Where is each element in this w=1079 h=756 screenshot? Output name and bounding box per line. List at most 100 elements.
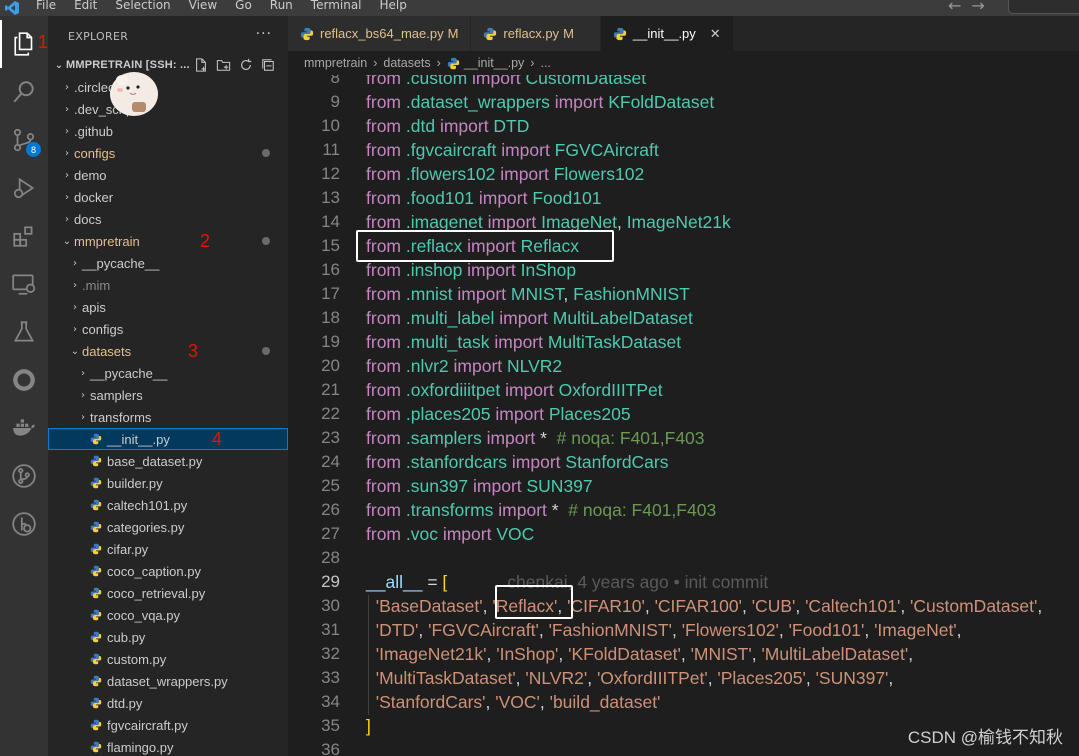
code-line[interactable]: 24 from .stanfordcars import StanfordCars [288, 450, 1079, 474]
search-icon[interactable] [0, 68, 48, 116]
code-line[interactable]: 34 'StanfordCars', 'VOC', 'build_dataset… [288, 690, 1079, 714]
tree-folder[interactable]: › apis [48, 296, 288, 318]
menu-go[interactable]: Go [235, 0, 252, 13]
breadcrumb-item[interactable]: __init__.py [464, 56, 524, 70]
testing-icon[interactable] [0, 308, 48, 356]
tree-item-label: __pycache__ [90, 365, 168, 381]
tree-folder[interactable]: ⌄ datasets 3 [48, 340, 288, 362]
tree-file[interactable]: __init__.py 4 [48, 428, 288, 450]
menu-view[interactable]: View [189, 0, 217, 13]
breadcrumb-item[interactable]: mmpretrain [304, 56, 367, 70]
code-line[interactable]: 9 from .dataset_wrappers import KFoldData… [288, 90, 1079, 114]
code-line[interactable]: 21 from .oxfordiiitpet import OxfordIIITP… [288, 378, 1079, 402]
tree-folder[interactable]: › __pycache__ [48, 362, 288, 384]
code-line[interactable]: 19 from .multi_task import MultiTaskDatas… [288, 330, 1079, 354]
tree-folder[interactable]: › docker [48, 186, 288, 208]
code-line[interactable]: 29 __all__ = [chenkai, 4 years ago • init… [288, 570, 1079, 594]
menu-edit[interactable]: Edit [74, 0, 97, 13]
code-token: .custom [405, 75, 473, 88]
code-line[interactable]: 25 from .sun397 import SUN397 [288, 474, 1079, 498]
tree-file[interactable]: caltech101.py [48, 494, 288, 516]
docker-icon[interactable] [0, 404, 48, 452]
tab-reflacx[interactable]: reflacx.py M [471, 16, 601, 51]
github-icon[interactable] [0, 356, 48, 404]
tree-file[interactable]: dataset_wrappers.py [48, 670, 288, 692]
tree-folder[interactable]: › configs [48, 318, 288, 340]
code-editor[interactable]: 8 from .custom import CustomDataset 9 from … [288, 75, 1079, 756]
tree-file[interactable]: coco_vqa.py [48, 604, 288, 626]
code-line[interactable]: 31 'DTD', 'FGVCAircraft', 'FashionMNIST'… [288, 618, 1079, 642]
code-token: from [366, 212, 406, 232]
tree-folder[interactable]: › transforms [48, 406, 288, 428]
gitlens-icon[interactable] [0, 500, 48, 548]
tree-folder[interactable]: ⌄ mmpretrain 2 [48, 230, 288, 252]
tree-file[interactable]: categories.py [48, 516, 288, 538]
menu-selection[interactable]: Selection [115, 0, 170, 13]
code-line[interactable]: 10 from .dtd import DTD [288, 114, 1079, 138]
tree-folder[interactable]: › .github [48, 120, 288, 142]
tab-reflacx-bs64-mae[interactable]: reflacx_bs64_mae.py M [288, 16, 472, 51]
command-center[interactable] [1008, 0, 1079, 14]
code-line[interactable]: 8 from .custom import CustomDataset [288, 75, 1079, 90]
code-token: , [563, 284, 574, 304]
collapse-all-icon[interactable] [261, 58, 275, 72]
remote-explorer-icon[interactable] [0, 260, 48, 308]
code-line[interactable]: 12 from .flowers102 import Flowers102 [288, 162, 1079, 186]
run-debug-icon[interactable] [0, 164, 48, 212]
tree-folder[interactable]: › demo [48, 164, 288, 186]
code-token: import [473, 476, 527, 496]
menu-help[interactable]: Help [380, 0, 407, 13]
close-tab-icon[interactable]: ✕ [710, 26, 721, 42]
tree-file[interactable]: base_dataset.py [48, 450, 288, 472]
python-file-icon [90, 697, 102, 709]
tree-folder[interactable]: › .mim [48, 274, 288, 296]
code-line[interactable]: 11 from .fgvcaircraft import FGVCAircraft [288, 138, 1079, 162]
tree-file[interactable]: cifar.py [48, 538, 288, 560]
breadcrumb-item[interactable]: ... [540, 56, 550, 70]
tree-folder[interactable]: › .dev_scripts [48, 98, 288, 120]
workspace-root[interactable]: ⌄ MMPRETRAIN [SSH: ... [48, 54, 288, 76]
code-line[interactable]: 32 'ImageNet21k', 'InShop', 'KFoldDatase… [288, 642, 1079, 666]
tree-folder[interactable]: › configs [48, 142, 288, 164]
tree-file[interactable]: custom.py [48, 648, 288, 670]
code-line[interactable]: 22 from .places205 import Places205 [288, 402, 1079, 426]
tree-file[interactable]: flamingo.py [48, 736, 288, 756]
tree-file[interactable]: cub.py [48, 626, 288, 648]
tree-folder[interactable]: › .circleci [48, 76, 288, 98]
git-graph-icon[interactable] [0, 452, 48, 500]
tree-folder[interactable]: › __pycache__ [48, 252, 288, 274]
tree-file[interactable]: builder.py [48, 472, 288, 494]
new-folder-icon[interactable] [216, 58, 231, 72]
code-line[interactable]: 26 from .transforms import * # noqa: F401… [288, 498, 1079, 522]
tree-file[interactable]: coco_retrieval.py [48, 582, 288, 604]
more-actions-icon[interactable]: ··· [256, 26, 272, 42]
tab-init-py[interactable]: __init__.py ✕ [600, 16, 734, 51]
tree-folder[interactable]: › samplers [48, 384, 288, 406]
menu-file[interactable]: File [36, 0, 56, 13]
code-line[interactable]: 23 from .samplers import * # noqa: F401,F… [288, 426, 1079, 450]
python-file-icon [90, 719, 102, 731]
tree-file[interactable]: dtd.py [48, 692, 288, 714]
code-line[interactable]: 27 from .voc import VOC [288, 522, 1079, 546]
code-line[interactable]: 17 from .mnist import MNIST, FashionMNIST [288, 282, 1079, 306]
menu-terminal[interactable]: Terminal [311, 0, 362, 13]
breadcrumb-item[interactable]: datasets [383, 56, 430, 70]
code-line[interactable]: 20 from .nlvr2 import NLVR2 [288, 354, 1079, 378]
line-number: 14 [321, 212, 340, 231]
nav-arrows[interactable]: ←→ [948, 0, 995, 15]
code-line[interactable]: 33 'MultiTaskDataset', 'NLVR2', 'OxfordI… [288, 666, 1079, 690]
code-line[interactable]: 13 from .food101 import Food101 [288, 186, 1079, 210]
source-control-icon[interactable]: 8 [0, 116, 48, 164]
code-line[interactable]: 28 [288, 546, 1079, 570]
tree-file[interactable]: fgvcaircraft.py [48, 714, 288, 736]
refresh-icon[interactable] [239, 58, 253, 72]
extensions-icon[interactable] [0, 212, 48, 260]
tree-folder[interactable]: › docs [48, 208, 288, 230]
code-line[interactable]: 18 from .multi_label import MultiLabelDat… [288, 306, 1079, 330]
code-line[interactable]: 30 'BaseDataset', 'Reflacx', 'CIFAR10', … [288, 594, 1079, 618]
new-file-icon[interactable] [194, 58, 208, 72]
code-token: from [366, 188, 406, 208]
tree-file[interactable]: coco_caption.py [48, 560, 288, 582]
menu-run[interactable]: Run [270, 0, 293, 13]
code-token: from [366, 404, 406, 424]
